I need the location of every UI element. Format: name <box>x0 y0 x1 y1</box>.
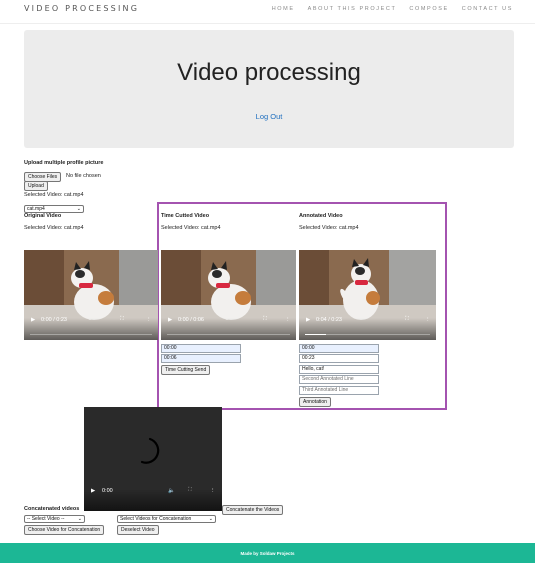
play-icon[interactable]: ▶ <box>168 317 172 323</box>
time-cutting-send-button[interactable]: Time Cutting Send <box>161 365 211 375</box>
play-icon[interactable]: ▶ <box>31 317 35 323</box>
chevron-down-icon: ⌄ <box>208 516 213 522</box>
concatenate-videos-button[interactable]: Concatenate the Videos <box>222 505 284 515</box>
chevron-down-icon: ⌄ <box>76 206 81 212</box>
annotation-line1-field[interactable]: Hello, cat! <box>299 365 379 374</box>
annotated-progress-fill <box>305 333 327 335</box>
nav-links: HOME ABOUT THIS PROJECT COMPOSE CONTACT … <box>272 6 513 12</box>
fullscreen-icon[interactable]: ⛶ <box>188 487 192 494</box>
original-selected-video: Selected Video: cat.mp4 <box>24 225 84 231</box>
original-video-heading: Original Video <box>24 213 62 219</box>
no-file-label: No file chosen <box>66 173 101 179</box>
fullscreen-icon[interactable]: ⛶ <box>405 316 409 323</box>
chevron-down-icon: ⌄ <box>77 516 82 522</box>
annotated-time-display: 0:04 / 0:23 <box>316 317 342 323</box>
cut-end-field[interactable]: 00:06 <box>161 354 241 363</box>
nav-link-home[interactable]: HOME <box>272 6 295 12</box>
annotation-line3-field[interactable]: Third Annotated Line <box>299 386 379 395</box>
annotated-video-heading: Annotated Video <box>299 213 343 219</box>
more-options-icon[interactable]: ⋮ <box>146 317 152 323</box>
concat-time-display: 0:00 <box>102 488 113 494</box>
hero-banner: Video processing Log Out <box>24 30 514 148</box>
upload-heading: Upload multiple profile picture <box>24 160 104 166</box>
cut-video-heading: Time Cutted Video <box>161 213 210 219</box>
deselect-video-button[interactable]: Deselect Video <box>117 525 159 535</box>
footer-text: Made by Soldaw Projects <box>240 551 295 556</box>
navbar: VIDEO PROCESSING HOME ABOUT THIS PROJECT… <box>0 0 535 24</box>
more-options-icon[interactable]: ⋮ <box>210 488 216 494</box>
nav-link-contact[interactable]: CONTACT US <box>462 6 513 12</box>
play-icon[interactable]: ▶ <box>306 317 310 323</box>
concatenated-heading: Concatenated videos <box>24 506 80 512</box>
annotated-selected-video: Selected Video: cat.mp4 <box>299 225 359 231</box>
page-title: Video processing <box>177 59 361 86</box>
choose-video-concat-button[interactable]: Choose Video for Concatenation <box>24 525 105 535</box>
more-options-icon[interactable]: ⋮ <box>285 317 291 323</box>
select-video-dropdown[interactable]: -- Select Video -- ⌄ <box>24 515 85 523</box>
concat-select-dropdown[interactable]: Select Videos for Concatenation ⌄ <box>117 515 216 523</box>
upload-selected-video: Selected Video: cat.mp4 <box>24 192 84 198</box>
original-time-display: 0:00 / 0:23 <box>41 317 67 323</box>
upload-button[interactable]: Upload <box>24 181 48 191</box>
play-icon[interactable]: ▶ <box>91 488 95 494</box>
fullscreen-icon[interactable]: ⛶ <box>263 316 267 323</box>
video-select[interactable]: cat.mp4 ⌄ <box>24 205 84 213</box>
more-options-icon[interactable]: ⋮ <box>425 317 431 323</box>
original-progress-bar[interactable] <box>30 333 152 335</box>
nav-link-compose[interactable]: COMPOSE <box>409 6 448 12</box>
annotated-video-player[interactable]: ▶ 0:04 / 0:23 ⛶ ⋮ <box>299 250 436 340</box>
cut-time-display: 0:00 / 0:06 <box>178 317 204 323</box>
cut-video-player[interactable]: ▶ 0:00 / 0:06 ⛶ ⋮ <box>161 250 296 340</box>
video-select-value: cat.mp4 <box>27 206 45 212</box>
cut-progress-bar[interactable] <box>167 333 290 335</box>
volume-icon[interactable]: 🔈 <box>168 488 175 494</box>
footer: Made by Soldaw Projects <box>0 543 535 563</box>
fullscreen-icon[interactable]: ⛶ <box>120 316 124 323</box>
annotation-button[interactable]: Annotation <box>299 397 331 407</box>
annotate-start-field[interactable]: 00:00 <box>299 344 379 353</box>
annotated-progress-bar[interactable] <box>305 333 430 335</box>
select-video-value: -- Select Video -- <box>27 516 65 522</box>
original-video-player[interactable]: ▶ 0:00 / 0:23 ⛶ ⋮ <box>24 250 158 340</box>
brand-title[interactable]: VIDEO PROCESSING <box>24 4 139 13</box>
cut-selected-video: Selected Video: cat.mp4 <box>161 225 221 231</box>
logout-link[interactable]: Log Out <box>24 112 514 121</box>
concatenated-video-player[interactable]: ▶ 0:00 🔈 ⛶ ⋮ <box>84 407 222 511</box>
annotation-line2-field[interactable]: Second Annotated Line <box>299 375 379 384</box>
concat-select-value: Select Videos for Concatenation <box>120 516 192 522</box>
annotate-end-field[interactable]: 00:23 <box>299 354 379 363</box>
cut-start-field[interactable]: 00:00 <box>161 344 241 353</box>
nav-link-about[interactable]: ABOUT THIS PROJECT <box>308 6 397 12</box>
